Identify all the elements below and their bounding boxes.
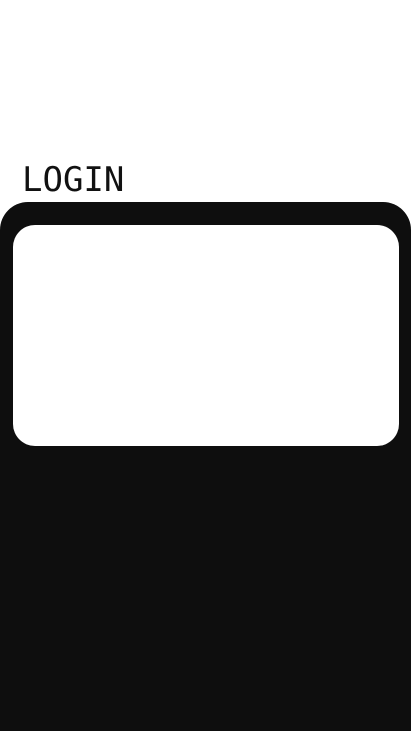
login-card <box>13 225 399 446</box>
page-title: LOGIN <box>22 160 125 200</box>
login-panel <box>0 202 411 731</box>
